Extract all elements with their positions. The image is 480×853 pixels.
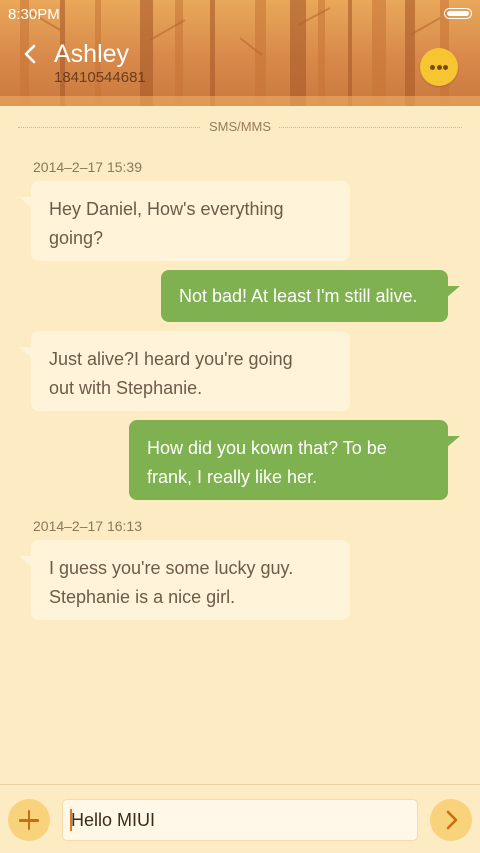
channel-label: SMS/MMS (200, 119, 280, 134)
message-timestamp: 2014–2–17 15:39 (33, 159, 142, 175)
message-line: out with Stephanie. (49, 378, 203, 398)
message-line: Just alive?I heard you're going (49, 349, 293, 369)
more-options-button[interactable] (420, 48, 458, 86)
bubble-tail (446, 286, 460, 298)
message-input[interactable] (62, 799, 418, 841)
message-line: How did you kown that? To be (147, 438, 387, 458)
conversation-header: 8:30PM Ashley 18410544681 (0, 0, 480, 106)
plus-icon-vertical (27, 810, 31, 830)
more-dots-icon (430, 65, 435, 70)
chevron-right-icon (446, 810, 458, 830)
incoming-message-bubble[interactable]: Hey Daniel, How's everything going? (19, 181, 350, 261)
outgoing-message-bubble[interactable]: Not bad! At least I'm still alive. (161, 270, 460, 322)
text-caret (70, 809, 72, 831)
message-line: frank, I really like her. (147, 467, 318, 487)
bubble-tail (19, 556, 33, 568)
chevron-left-icon[interactable] (20, 42, 42, 66)
battery-icon (444, 8, 472, 19)
outgoing-message-bubble[interactable]: How did you kown that? To be frank, I re… (129, 420, 460, 500)
add-attachment-button[interactable] (8, 799, 50, 841)
message-line: Hey Daniel, How's everything (49, 199, 284, 219)
contact-name: Ashley (54, 40, 130, 68)
send-button[interactable] (430, 799, 472, 841)
status-bar: 8:30PM (0, 0, 480, 28)
channel-label-wrap: SMS/MMS (0, 119, 480, 134)
status-time: 8:30PM (8, 6, 60, 23)
message-composer (0, 784, 480, 853)
message-line: Not bad! At least I'm still alive. (179, 286, 418, 306)
bubble-tail (19, 197, 33, 209)
message-line: Stephanie is a nice girl. (49, 587, 236, 607)
message-line: I guess you're some lucky guy. (49, 558, 294, 578)
more-dots-icon-dot (436, 65, 442, 70)
incoming-message-bubble[interactable]: I guess you're some lucky guy. Stephanie… (19, 540, 350, 620)
channel-divider: SMS/MMS (0, 119, 480, 135)
bubble-tail (446, 436, 460, 448)
more-dots-icon-dot (443, 65, 448, 70)
contact-number: 18410544681 (54, 69, 146, 86)
message-line: going? (49, 228, 104, 248)
incoming-message-bubble[interactable]: Just alive?I heard you're going out with… (19, 331, 350, 411)
bubble-tail (19, 347, 33, 359)
message-timestamp: 2014–2–17 16:13 (33, 518, 142, 534)
